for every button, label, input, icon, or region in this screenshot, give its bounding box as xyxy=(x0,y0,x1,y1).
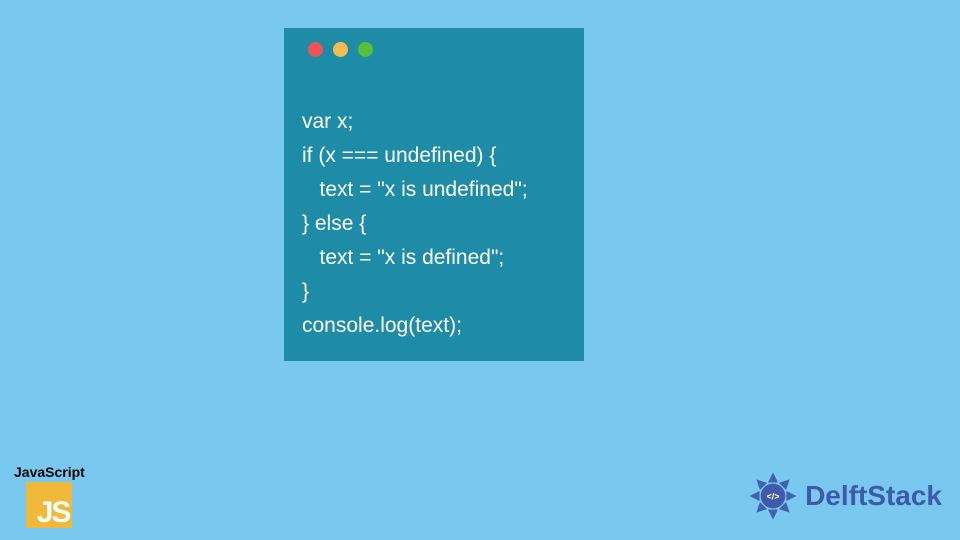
code-block: var x; if (x === undefined) { text = "x … xyxy=(302,71,566,343)
javascript-label: JavaScript xyxy=(14,464,85,480)
code-line: } xyxy=(302,280,309,303)
javascript-badge: JavaScript JS xyxy=(14,464,85,528)
traffic-light-green-icon xyxy=(358,42,373,57)
brand-rosette-icon: </> xyxy=(745,468,801,524)
code-line: text = "x is defined"; xyxy=(302,246,504,269)
delftstack-brand: </> DelftStack xyxy=(745,468,942,524)
code-line: console.log(text); xyxy=(302,314,462,337)
code-line: if (x === undefined) { xyxy=(302,144,496,167)
brand-name: DelftStack xyxy=(805,480,942,512)
brand-code-glyph: </> xyxy=(767,491,780,501)
traffic-light-yellow-icon xyxy=(333,42,348,57)
code-line: text = "x is undefined"; xyxy=(302,178,528,201)
window-traffic-lights xyxy=(308,42,566,57)
javascript-logo-text: JS xyxy=(37,496,70,530)
traffic-light-red-icon xyxy=(308,42,323,57)
code-line: } else { xyxy=(302,212,366,235)
javascript-logo-icon: JS xyxy=(26,482,72,528)
code-line: var x; xyxy=(302,110,353,133)
code-window: var x; if (x === undefined) { text = "x … xyxy=(284,28,584,361)
